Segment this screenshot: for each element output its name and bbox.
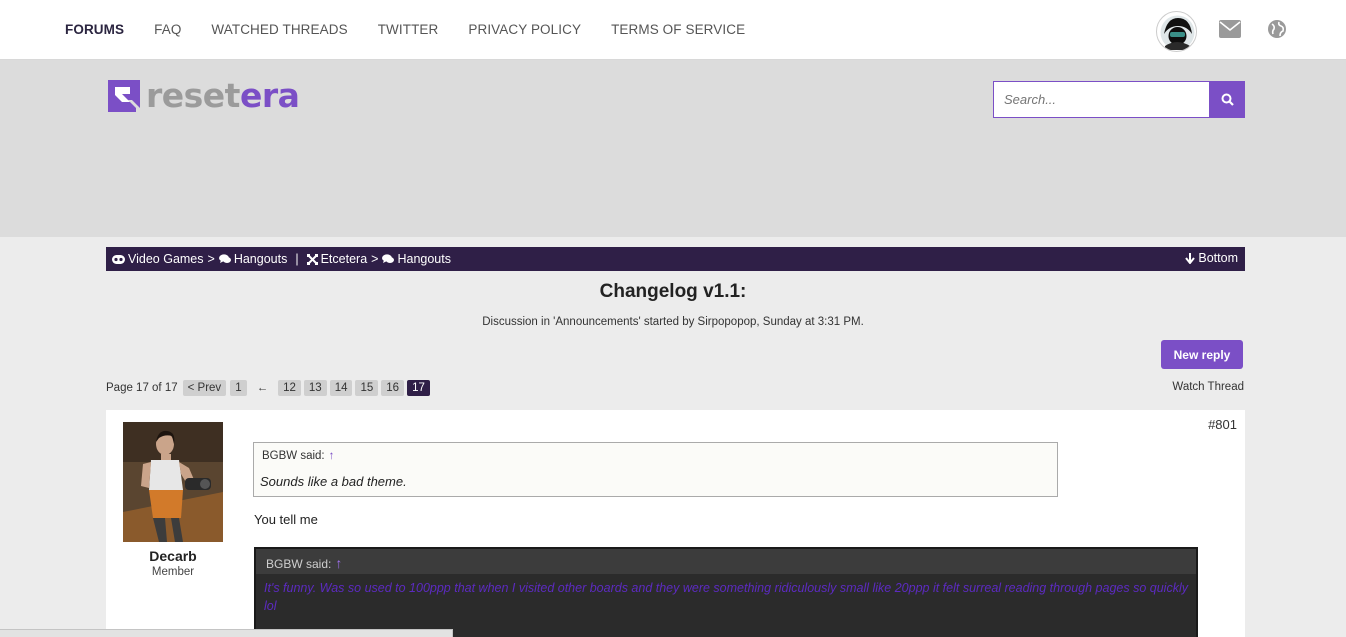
expand-icon: [306, 253, 318, 265]
page-link-16[interactable]: 16: [381, 380, 405, 396]
user-avatar[interactable]: [1156, 11, 1197, 52]
breadcrumb-etcetera-label: Etcetera: [320, 252, 368, 266]
thread-meta: Discussion in 'Announcements' started by…: [482, 316, 864, 328]
chat-icon: [218, 254, 231, 263]
jump-to-bottom-link[interactable]: Bottom: [1185, 251, 1238, 265]
site-header: resetera: [0, 60, 1346, 237]
quote-block: BGBW said: ↑ Sounds like a bad theme.: [253, 442, 1058, 497]
search-button[interactable]: [1209, 81, 1245, 118]
post: #801 Decarb Member BGBW said: ↑ Sounds li…: [106, 410, 1245, 637]
nested-quote-jump-arrow-icon[interactable]: ↑: [335, 555, 342, 571]
thread-title: Changelog v1.1:: [599, 281, 747, 302]
nav-privacy-policy[interactable]: PRIVACY POLICY: [468, 22, 581, 37]
nested-quote-block: BGBW said: ↑ It's funny. Was so used to 1…: [254, 547, 1198, 637]
quote-header: BGBW said: ↑: [262, 450, 334, 462]
page-link-14[interactable]: 14: [329, 380, 353, 396]
logo-text: resetera: [146, 76, 300, 115]
search-icon: [1221, 93, 1234, 106]
mail-icon[interactable]: [1219, 20, 1241, 38]
logo-mark-icon: [108, 80, 140, 112]
post-message-text: You tell me: [254, 512, 318, 527]
nested-quote-text: It's funny. Was so used to 100ppp that w…: [264, 581, 1188, 613]
quote-jump-arrow-icon[interactable]: ↑: [329, 450, 335, 462]
post-user-avatar[interactable]: [123, 422, 223, 542]
page-link-current[interactable]: 17: [407, 380, 430, 396]
nav-forums[interactable]: FORUMS: [65, 22, 124, 37]
prev-page-button[interactable]: < Prev: [182, 380, 227, 396]
page-link-1[interactable]: 1: [230, 380, 247, 396]
nav-watched-threads[interactable]: WATCHED THREADS: [211, 22, 347, 37]
breadcrumb-gt: >: [371, 252, 379, 266]
page-link-13[interactable]: 13: [303, 380, 327, 396]
breadcrumb-video-games-label: Video Games: [128, 252, 204, 266]
nav-faq[interactable]: FAQ: [154, 22, 181, 37]
nav-links: FORUMS FAQ WATCHED THREADS TWITTER PRIVA…: [65, 22, 745, 37]
nav-terms-of-service[interactable]: TERMS OF SERVICE: [611, 22, 745, 37]
page-navigation: Page 17 of 17 < Prev 1 ← 12 13 14 15 16 …: [106, 379, 430, 397]
breadcrumb: Video Games > Hangouts | Etcetera > Hang…: [106, 247, 1245, 271]
arrow-down-icon: [1185, 252, 1196, 264]
site-logo[interactable]: resetera: [106, 76, 300, 115]
logo-text-era: era: [239, 76, 300, 115]
post-number[interactable]: #801: [1208, 417, 1237, 432]
breadcrumb-divider: |: [295, 252, 299, 266]
breadcrumb-hangouts[interactable]: Hangouts: [218, 252, 288, 266]
nested-quote-author: BGBW said:: [266, 557, 332, 571]
page-link-15[interactable]: 15: [355, 380, 379, 396]
page-link-12[interactable]: 12: [278, 380, 301, 396]
chat-icon: [382, 254, 395, 263]
logo-text-reset: reset: [146, 76, 240, 115]
bottom-label: Bottom: [1198, 251, 1238, 265]
breadcrumb-gt: >: [207, 252, 215, 266]
page-jump-arrow[interactable]: ←: [257, 382, 269, 394]
nested-quote-header: BGBW said: ↑: [256, 549, 1196, 574]
breadcrumb-hangouts-2[interactable]: Hangouts: [382, 252, 451, 266]
breadcrumb-video-games[interactable]: Video Games: [112, 252, 204, 266]
page-count-label: Page 17 of 17: [106, 382, 178, 394]
search-input[interactable]: [993, 81, 1209, 118]
post-username[interactable]: Decarb: [123, 548, 223, 564]
quote-author: BGBW said:: [262, 450, 325, 462]
new-reply-button[interactable]: New reply: [1161, 340, 1243, 369]
breadcrumb-hangouts-2-label: Hangouts: [397, 252, 451, 266]
breadcrumb-etcetera[interactable]: Etcetera: [306, 252, 368, 266]
gamepad-icon: [112, 254, 125, 264]
nav-twitter[interactable]: TWITTER: [378, 22, 439, 37]
post-user-title: Member: [151, 566, 195, 578]
breadcrumb-hangouts-label: Hangouts: [233, 252, 288, 266]
globe-icon[interactable]: [1267, 19, 1287, 39]
search-bar: [993, 81, 1245, 118]
top-navbar: FORUMS FAQ WATCHED THREADS TWITTER PRIVA…: [0, 0, 1346, 60]
quote-text: Sounds like a bad theme.: [260, 474, 407, 489]
watch-thread-link[interactable]: Watch Thread: [1172, 381, 1244, 393]
browser-status-bar: [0, 629, 453, 637]
